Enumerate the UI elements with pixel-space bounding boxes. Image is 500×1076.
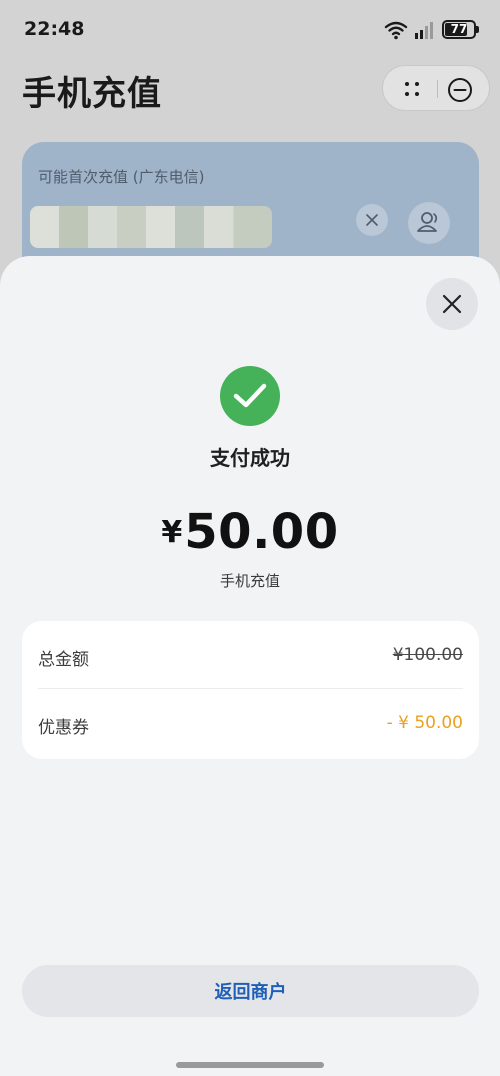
home-indicator[interactable] [176,1062,324,1068]
amount-value: 50.00 [184,504,339,560]
coupon-label: 优惠券 [38,718,89,738]
page-title: 手机充值 [22,74,162,114]
battery-cap [476,26,479,33]
more-dots-icon[interactable] [401,78,423,100]
currency-symbol: ¥ [161,515,183,550]
payment-result-sheet: 支付成功 ¥50.00 手机充值 总金额 ¥100.00 优惠券 - ¥ 50.… [0,256,500,1076]
detail-row-coupon: 优惠券 - ¥ 50.00 [38,689,463,757]
detail-row-total: 总金额 ¥100.00 [38,621,463,689]
checkmark-icon [233,383,267,408]
battery-level: 77 [450,22,468,36]
payment-status-text: 支付成功 [210,446,290,470]
close-icon [442,294,462,314]
amount-description: 手机充值 [219,572,280,590]
battery-icon: 77 [442,20,476,39]
wifi-icon [384,21,408,40]
contact-icon[interactable] [408,202,450,244]
return-to-merchant-button[interactable]: 返回商户 [22,965,479,1017]
paid-amount: ¥50.00 [0,504,500,560]
status-time: 22:48 [24,18,85,40]
success-check-badge [220,366,280,426]
status-bar: 22:48 77 [0,0,500,60]
close-button[interactable] [426,278,478,330]
coupon-value: - ¥ 50.00 [386,713,463,733]
obscured-phone-number [30,206,272,248]
mini-program-capsule [382,65,490,111]
total-label: 总金额 [38,650,89,670]
price-details-card: 总金额 ¥100.00 优惠券 - ¥ 50.00 [22,621,479,759]
total-value: ¥100.00 [392,645,463,665]
card-carrier-label: 可能首次充值 (广东电信) [38,168,205,186]
capsule-divider [437,80,438,98]
signal-icon [415,22,433,39]
clear-icon[interactable] [356,204,388,236]
minus-circle-icon[interactable] [447,77,473,103]
